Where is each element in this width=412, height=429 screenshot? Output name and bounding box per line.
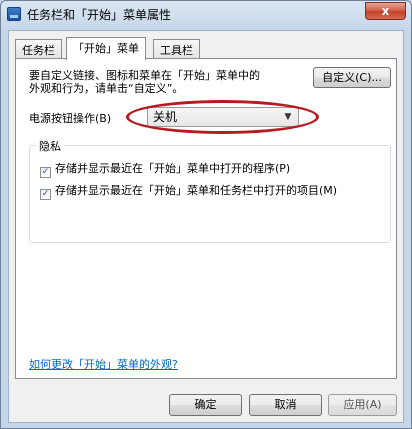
checkbox-label: 存储并显示最近在「开始」菜单和任务栏中打开的项目(M): [55, 184, 338, 197]
cancel-button[interactable]: 取消: [249, 394, 322, 416]
description-line: 外观和行为，请单击“自定义”。: [29, 82, 184, 95]
privacy-group-title: 隐私: [36, 138, 64, 154]
customize-description: 要自定义链接、图标和菜单在「开始」菜单中的 外观和行为，请单击“自定义”。: [29, 69, 260, 95]
privacy-group: 隐私 ✓ 存储并显示最近在「开始」菜单中打开的程序(P) ✓ 存储并显示最近在「开始…: [29, 138, 391, 243]
ok-button[interactable]: 确定: [169, 394, 242, 416]
close-button[interactable]: x: [365, 2, 406, 20]
apply-button[interactable]: 应用(A): [328, 394, 397, 416]
customize-button[interactable]: 自定义(C)...: [313, 67, 391, 88]
window-title: 任务栏和「开始」菜单属性: [27, 8, 172, 22]
checkbox-checked-icon[interactable]: ✓: [40, 189, 51, 200]
power-button-select[interactable]: 关机 ▼: [147, 107, 299, 127]
privacy-option-programs[interactable]: ✓ 存储并显示最近在「开始」菜单中打开的程序(P): [40, 160, 290, 178]
tab-toolbars[interactable]: 工具栏: [153, 39, 200, 58]
privacy-option-items[interactable]: ✓ 存储并显示最近在「开始」菜单和任务栏中打开的项目(M): [40, 182, 337, 200]
power-button-label: 电源按钮操作(B): [29, 112, 112, 125]
start-menu-panel: 要自定义链接、图标和菜单在「开始」菜单中的 外观和行为，请单击“自定义”。 自定…: [15, 58, 397, 379]
dialog-body: 任务栏 「开始」菜单 工具栏 要自定义链接、图标和菜单在「开始」菜单中的 外观和…: [8, 30, 404, 423]
taskbar-icon: [7, 7, 21, 21]
power-button-value: 关机: [153, 110, 178, 124]
description-line: 要自定义链接、图标和菜单在「开始」菜单中的: [29, 69, 260, 82]
tab-taskbar[interactable]: 任务栏: [15, 39, 62, 58]
properties-window: 任务栏和「开始」菜单属性 x 任务栏 「开始」菜单 工具栏 要自定义链接、图标和…: [0, 0, 412, 429]
chevron-down-icon: ▼: [284, 112, 292, 122]
help-link[interactable]: 如何更改「开始」菜单的外观?: [29, 356, 178, 372]
title-bar[interactable]: 任务栏和「开始」菜单属性 x: [1, 1, 411, 29]
checkbox-checked-icon[interactable]: ✓: [40, 167, 51, 178]
checkbox-label: 存储并显示最近在「开始」菜单中打开的程序(P): [55, 162, 291, 175]
tab-start-menu[interactable]: 「开始」菜单: [66, 37, 146, 60]
